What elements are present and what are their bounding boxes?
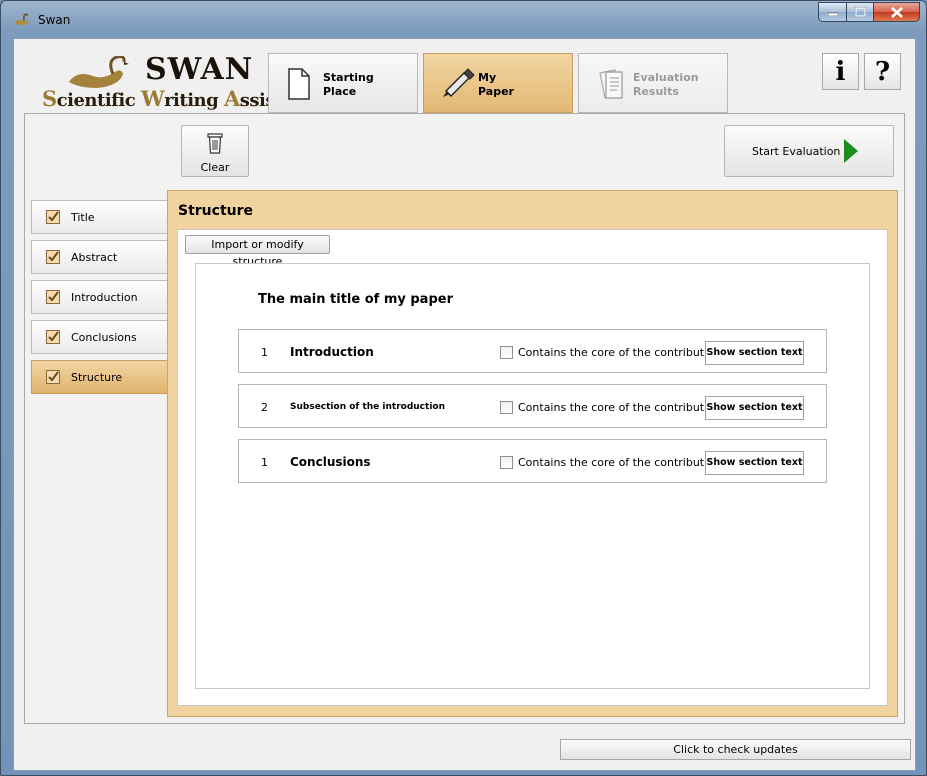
tab-label-line1: My (478, 71, 497, 84)
sidebar-item-label: Structure (71, 371, 123, 384)
checkbox-checked-icon (46, 370, 60, 384)
sidebar-item-label: Introduction (71, 291, 138, 304)
paper-title: The main title of my paper (258, 292, 453, 307)
sidebar-item-structure[interactable]: Structure (31, 360, 167, 394)
swan-logo: SWAN Scientific Writing Assistant (42, 52, 315, 112)
minimize-button[interactable] (818, 2, 847, 22)
swan-app-icon (15, 13, 29, 25)
tab-label-line1: Evaluation (633, 71, 699, 84)
sidebar-item-label: Conclusions (71, 331, 137, 344)
documents-icon (599, 69, 623, 99)
structure-content: Import or modify structure The main titl… (177, 229, 888, 706)
sidebar-item-label: Abstract (71, 251, 118, 264)
logo-word: riting (164, 90, 224, 111)
core-contribution-label: Contains the core of the contribution (518, 456, 721, 469)
tab-label-line1: Starting (323, 71, 374, 84)
window-title: Swan (38, 13, 71, 27)
sidebar-item-introduction[interactable]: Introduction (31, 280, 167, 314)
pen-icon (443, 68, 475, 97)
section-name: Conclusions (290, 455, 371, 469)
section-row: 1 Conclusions Contains the core of the c… (238, 439, 827, 483)
logo-letter: A (223, 86, 240, 111)
start-evaluation-button[interactable]: Start Evaluation (724, 125, 894, 177)
section-name: Subsection of the introduction (290, 402, 445, 412)
document-icon (288, 68, 310, 100)
core-contribution-checkbox[interactable] (500, 456, 513, 469)
info-icon: i (835, 56, 846, 87)
title-bar[interactable]: Swan (1, 1, 926, 37)
section-number: 1 (261, 456, 268, 469)
section-name: Introduction (290, 345, 374, 359)
checkbox-checked-icon (46, 330, 60, 344)
panel-title: Structure (178, 203, 254, 219)
import-structure-button[interactable]: Import or modify structure (185, 235, 330, 268)
sidebar-item-abstract[interactable]: Abstract (31, 240, 167, 274)
start-evaluation-label: Start Evaluation (752, 145, 841, 158)
tab-label-line2: Results (633, 85, 679, 98)
main-panel: Clear Start Evaluation Title Abstract In… (24, 113, 905, 724)
logo-title: SWAN (145, 52, 254, 87)
sidebar-item-title[interactable]: Title (31, 200, 167, 234)
maximize-icon (854, 7, 866, 17)
tab-my-paper[interactable]: My Paper (423, 53, 573, 113)
section-number: 1 (261, 346, 268, 359)
check-updates-button[interactable]: Click to check updates (560, 739, 911, 760)
core-contribution-label: Contains the core of the contribution (518, 346, 721, 359)
clear-label: Clear (200, 161, 230, 174)
tab-label: Evaluation Results (633, 71, 723, 99)
checkbox-checked-icon (46, 290, 60, 304)
tab-starting-place[interactable]: Starting Place (268, 53, 418, 113)
close-icon (890, 6, 903, 18)
help-button[interactable]: ? (864, 53, 901, 90)
core-contribution-checkbox[interactable] (500, 346, 513, 359)
trash-icon (207, 133, 223, 154)
logo-letter: W (140, 86, 165, 111)
logo-letter: S (42, 86, 57, 111)
clear-button[interactable]: Clear (181, 125, 249, 177)
help-icon: ? (874, 56, 891, 87)
tab-label: My Paper (478, 71, 568, 99)
tab-label-line2: Place (323, 85, 357, 98)
minimize-icon (827, 12, 838, 16)
app-window: Swan SWAN Scientific Writing Assistant (0, 0, 927, 776)
info-button[interactable]: i (822, 53, 859, 90)
section-row: 1 Introduction Contains the core of the … (238, 329, 827, 373)
show-section-text-button[interactable]: Show section text (705, 451, 804, 475)
tab-evaluation-results[interactable]: Evaluation Results (578, 53, 728, 113)
core-contribution-label: Contains the core of the contribution (518, 401, 721, 414)
section-number: 2 (261, 401, 268, 414)
section-row: 2 Subsection of the introduction Contain… (238, 384, 827, 428)
sidebar-item-label: Title (71, 211, 95, 224)
maximize-button[interactable] (847, 2, 874, 22)
core-contribution-checkbox[interactable] (500, 401, 513, 414)
close-button[interactable] (874, 2, 920, 22)
client-area: SWAN Scientific Writing Assistant Starti… (13, 38, 916, 771)
checkbox-checked-icon (46, 210, 60, 224)
show-section-text-button[interactable]: Show section text (705, 396, 804, 420)
structure-document[interactable]: The main title of my paper 1 Introductio… (195, 263, 870, 689)
show-section-text-button[interactable]: Show section text (705, 341, 804, 365)
tab-label: Starting Place (323, 71, 413, 99)
structure-panel: Structure Import or modify structure The… (167, 190, 898, 717)
sidebar-item-conclusions[interactable]: Conclusions (31, 320, 167, 354)
play-icon (844, 139, 858, 163)
logo-word: cientific (56, 90, 141, 111)
checkbox-checked-icon (46, 250, 60, 264)
tab-label-line2: Paper (478, 85, 514, 98)
